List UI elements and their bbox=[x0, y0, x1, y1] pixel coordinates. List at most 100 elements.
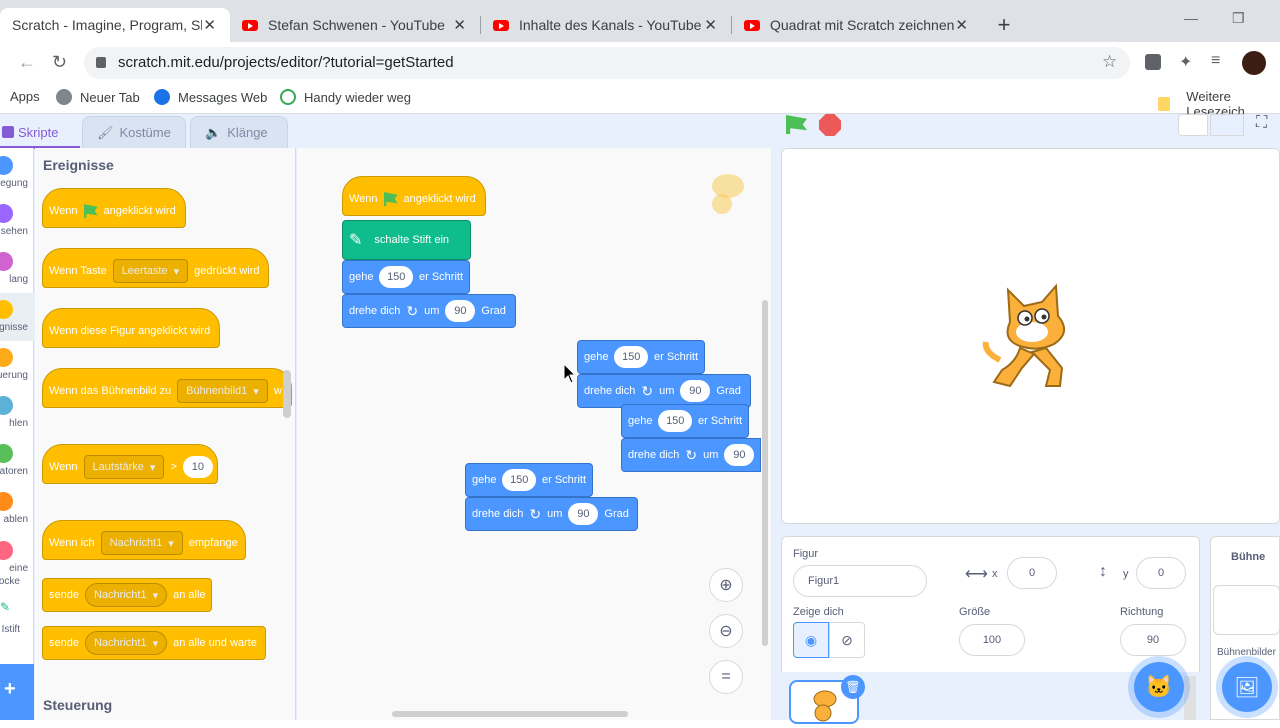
reload-icon[interactable]: ↻ bbox=[52, 52, 67, 73]
green-flag-icon bbox=[383, 192, 398, 206]
block-broadcast-and-wait[interactable]: sende Nachricht1 ▾ an alle und warte bbox=[42, 626, 266, 660]
direction-input[interactable]: 90 bbox=[1120, 624, 1186, 656]
block-text: drehe dich bbox=[349, 305, 401, 317]
degrees-input[interactable]: 90 bbox=[680, 380, 711, 402]
size-input[interactable]: 100 bbox=[959, 624, 1025, 656]
script-when-flag-clicked[interactable]: Wenn angeklickt wird bbox=[342, 176, 486, 216]
script-turn-right[interactable]: drehe dich ↻ um 90 Grad bbox=[342, 294, 516, 328]
minimize-icon[interactable]: — bbox=[1184, 10, 1198, 26]
block-when-backdrop-switches[interactable]: Wenn das Bühnenbild zu Bühnenbild1 ▾ w bbox=[42, 368, 292, 408]
media-controls-icon[interactable]: ≡ bbox=[1211, 52, 1220, 70]
block-text: drehe dich bbox=[472, 508, 524, 520]
show-sprite-button[interactable]: ◉ bbox=[793, 622, 829, 658]
script-turn-right[interactable]: drehe dich ↻ um 90 bbox=[621, 438, 761, 472]
youtube-icon bbox=[493, 19, 509, 31]
close-tab-icon[interactable]: ✕ bbox=[704, 16, 717, 34]
puzzle-extensions-icon[interactable]: ✦ bbox=[1179, 52, 1192, 72]
dropdown-value: Nachricht1 bbox=[93, 637, 147, 649]
script-pen-down[interactable]: ✎ schalte Stift ein bbox=[342, 220, 471, 260]
degrees-input[interactable]: 90 bbox=[724, 444, 755, 466]
workspace-vertical-scrollbar[interactable] bbox=[762, 300, 768, 646]
tab-youtube-channel[interactable]: Stefan Schwenen - YouTube ✕ bbox=[230, 8, 480, 42]
tab-scratch[interactable]: Scratch - Imagine, Program, Share ✕ bbox=[0, 8, 230, 42]
add-sprite-button[interactable]: 🐱 bbox=[1134, 662, 1184, 712]
block-text: Grad bbox=[604, 508, 629, 520]
block-when-key-pressed[interactable]: Wenn Taste Leertaste ▾ gedrückt wird bbox=[42, 248, 269, 288]
steps-input[interactable]: 150 bbox=[502, 469, 536, 491]
script-turn-right[interactable]: drehe dich ↻ um 90 Grad bbox=[465, 497, 638, 531]
zoom-in-button[interactable]: ⊕ bbox=[709, 568, 743, 602]
add-backdrop-button[interactable]: 🖼 bbox=[1222, 662, 1272, 712]
dropdown-arrow-icon: ▾ bbox=[152, 589, 159, 602]
brush-icon: 🖌 bbox=[97, 124, 114, 140]
delete-sprite-button[interactable]: 🗑 bbox=[841, 675, 865, 699]
normal-stage-button[interactable] bbox=[1210, 114, 1244, 136]
tab-sounds[interactable]: 🔈 Klänge bbox=[190, 116, 288, 148]
backdrop-dropdown[interactable]: Bühnenbild1 ▾ bbox=[177, 379, 268, 403]
close-tab-icon[interactable]: ✕ bbox=[955, 16, 968, 34]
tab-youtube-studio[interactable]: Inhalte des Kanals - YouTube Studio ✕ bbox=[481, 8, 731, 42]
script-move-steps[interactable]: gehe 150 er Schritt bbox=[621, 404, 749, 438]
restore-icon[interactable]: ❐ bbox=[1232, 10, 1245, 27]
steps-input[interactable]: 150 bbox=[614, 346, 648, 368]
bookmark-messages[interactable]: Messages Web bbox=[154, 89, 267, 105]
zoom-reset-button[interactable]: = bbox=[709, 660, 743, 694]
sprite-name-input[interactable]: Figur1 bbox=[793, 565, 927, 597]
category-label: uerung bbox=[0, 370, 28, 381]
close-tab-icon[interactable]: ✕ bbox=[453, 16, 466, 34]
loudness-value-input[interactable]: 10 bbox=[182, 456, 213, 478]
bookmark-apps[interactable]: Apps bbox=[10, 89, 40, 104]
block-when-flag-clicked[interactable]: Wenn angeklickt wird bbox=[42, 188, 186, 228]
direction-label: Richtung bbox=[1120, 606, 1164, 618]
y-position-input[interactable]: 0 bbox=[1136, 557, 1186, 589]
sprite-list-scrollbar[interactable] bbox=[1184, 676, 1196, 720]
profile-avatar[interactable] bbox=[1242, 51, 1266, 75]
vertical-arrows-icon: ↕ bbox=[1099, 563, 1107, 580]
green-flag-button[interactable] bbox=[786, 115, 807, 139]
fullscreen-icon[interactable]: ⛶ bbox=[1256, 114, 1267, 132]
close-tab-icon[interactable]: ✕ bbox=[203, 16, 216, 34]
sensor-dropdown[interactable]: Lautstärke ▾ bbox=[83, 455, 165, 479]
message-dropdown[interactable]: Nachricht1 ▾ bbox=[100, 531, 183, 555]
tab-youtube-video[interactable]: Quadrat mit Scratch zeichnen!! G ✕ bbox=[732, 8, 982, 42]
x-position-input[interactable]: 0 bbox=[1007, 557, 1057, 589]
bookmark-handy[interactable]: Handy wieder weg bbox=[280, 89, 411, 105]
small-stage-button[interactable] bbox=[1178, 114, 1208, 136]
steps-input[interactable]: 150 bbox=[379, 266, 413, 288]
degrees-input[interactable]: 90 bbox=[568, 503, 599, 525]
lock-icon[interactable] bbox=[96, 57, 106, 68]
extension-icon[interactable] bbox=[1145, 54, 1161, 70]
script-move-steps[interactable]: gehe 150 er Schritt bbox=[342, 260, 470, 294]
dropdown-value: Bühnenbild1 bbox=[186, 385, 248, 397]
bookmark-label: Neuer Tab bbox=[80, 89, 140, 105]
block-when-i-receive[interactable]: Wenn ich Nachricht1 ▾ empfange bbox=[42, 520, 246, 560]
script-move-steps[interactable]: gehe 150 er Schritt bbox=[577, 340, 705, 374]
block-when-sprite-clicked[interactable]: Wenn diese Figur angeklickt wird bbox=[42, 308, 220, 348]
zoom-out-button[interactable]: ⊖ bbox=[709, 614, 743, 648]
message-dropdown[interactable]: Nachricht1 ▾ bbox=[84, 583, 168, 607]
workspace-horizontal-scrollbar[interactable] bbox=[392, 711, 628, 717]
back-arrow-icon[interactable]: ← bbox=[18, 52, 36, 73]
new-tab-button[interactable]: + bbox=[990, 12, 1018, 40]
block-when-loudness[interactable]: Wenn Lautstärke ▾ > 10 bbox=[42, 444, 218, 484]
block-text: an alle und warte bbox=[173, 637, 257, 649]
message-dropdown[interactable]: Nachricht1 ▾ bbox=[84, 631, 168, 655]
bookmark-star-icon[interactable]: ☆ bbox=[1102, 52, 1117, 72]
steps-input[interactable]: 150 bbox=[658, 410, 692, 432]
tab-costumes[interactable]: 🖌 Kostüme bbox=[82, 116, 186, 148]
tab-scripts[interactable]: Skripte bbox=[0, 116, 58, 148]
block-text: sende bbox=[49, 589, 79, 601]
degrees-input[interactable]: 90 bbox=[445, 300, 476, 322]
script-turn-right[interactable]: drehe dich ↻ um 90 Grad bbox=[577, 374, 751, 408]
bookmark-new-tab[interactable]: Neuer Tab bbox=[56, 89, 140, 105]
stage-thumbnail[interactable] bbox=[1213, 585, 1280, 635]
add-extension-button[interactable]: + bbox=[0, 664, 34, 720]
block-broadcast[interactable]: sende Nachricht1 ▾ an alle bbox=[42, 578, 212, 612]
block-text: er Schritt bbox=[541, 474, 586, 486]
hide-sprite-button[interactable]: ⊘ bbox=[829, 622, 865, 658]
script-move-steps[interactable]: gehe 150 er Schritt bbox=[465, 463, 593, 497]
key-dropdown[interactable]: Leertaste ▾ bbox=[112, 259, 189, 283]
cat-sprite[interactable] bbox=[980, 282, 1084, 392]
palette-scrollbar[interactable] bbox=[283, 370, 291, 418]
block-text: schalte Stift ein bbox=[374, 234, 449, 246]
